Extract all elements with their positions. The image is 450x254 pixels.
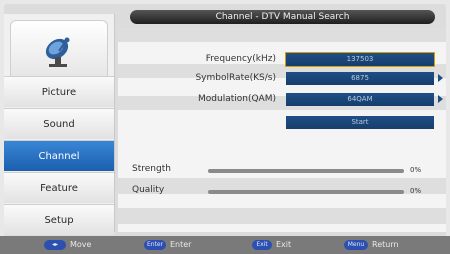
chevron-right-icon[interactable]	[438, 95, 443, 103]
sidebar-item-channel[interactable]: Channel	[4, 140, 114, 171]
tv-menu-screen: Channel - DTV Manual Search Picture Soun…	[0, 0, 450, 254]
sidebar-item-label: Setup	[44, 214, 74, 226]
sidebar-item-picture[interactable]: Picture	[4, 76, 114, 107]
menu-key: Menu	[344, 240, 368, 250]
row-band	[118, 208, 446, 224]
start-button[interactable]: Start	[286, 116, 434, 129]
sidebar-item-label: Feature	[40, 182, 78, 194]
return-hint: Return	[372, 240, 399, 249]
symbol-rate-label: SymbolRate(KS/s)	[195, 73, 276, 83]
chevron-right-icon[interactable]	[438, 74, 443, 82]
symbol-rate-field[interactable]: 6875	[286, 72, 434, 85]
strength-bar	[208, 169, 404, 173]
quality-value: 0%	[410, 187, 422, 195]
manual-search-panel: Frequency(kHz) 137503 SymbolRate(KS/s) 6…	[118, 28, 446, 232]
sidebar-item-label: Channel	[38, 150, 80, 162]
sidebar-item-sound[interactable]: Sound	[4, 108, 114, 139]
frequency-field[interactable]: 137503	[285, 52, 435, 67]
exit-hint: Exit	[276, 240, 292, 249]
frequency-label: Frequency(kHz)	[205, 54, 276, 64]
sidebar-item-feature[interactable]: Feature	[4, 172, 114, 203]
strength-value: 0%	[410, 166, 422, 174]
sidebar-item-setup[interactable]: Setup	[4, 204, 114, 235]
sidebar-item-label: Sound	[43, 118, 75, 130]
strength-label: Strength	[132, 164, 171, 174]
sidebar-item-label: Picture	[41, 86, 77, 98]
satellite-dish-icon	[10, 20, 108, 82]
page-title: Channel - DTV Manual Search	[130, 10, 435, 24]
quality-label: Quality	[132, 185, 165, 195]
move-key-icon: ◂▸	[44, 240, 66, 250]
enter-key: Enter	[144, 240, 166, 250]
enter-hint: Enter	[170, 240, 192, 249]
sidebar: Picture Sound Channel Feature Setup	[4, 14, 115, 235]
modulation-field[interactable]: 64QAM	[286, 93, 434, 106]
exit-key: Exit	[252, 240, 272, 250]
row-band	[118, 28, 446, 42]
modulation-label: Modulation(QAM)	[198, 94, 276, 104]
move-hint: Move	[70, 240, 92, 249]
quality-bar	[208, 190, 404, 194]
